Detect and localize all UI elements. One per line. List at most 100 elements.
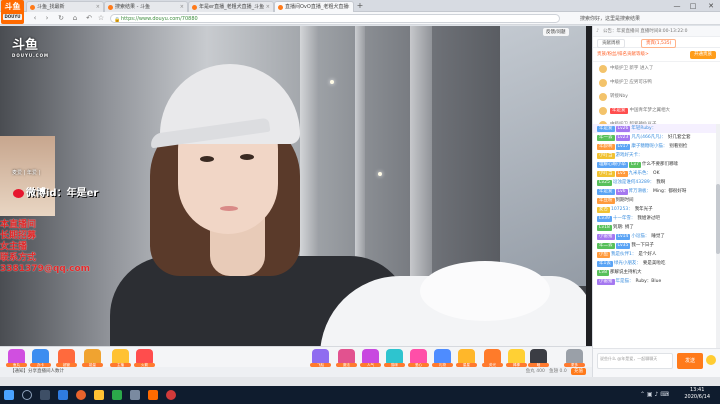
scroll-thumb[interactable] <box>716 184 720 254</box>
back-icon[interactable]: ‹ <box>30 14 40 23</box>
gift-5-icon[interactable]: 主播 <box>110 349 131 367</box>
open-noble-button[interactable]: 开通贵族 <box>690 51 716 59</box>
chat-message-list[interactable]: 年是爱 Lv26 年轻Ruby： 年一丢 Lv23 凡凡(466凡凡)： 好几套全套 年龄啊 L… <box>593 124 716 374</box>
rank-item[interactable]: 中级护卫 应男可乐鸭 <box>593 76 720 90</box>
chat-username[interactable]: 年是猫： <box>616 279 634 284</box>
maximize-button[interactable]: □ <box>686 0 700 12</box>
chat-message[interactable]: 小叮当 Lv5 九米乐色： OK <box>593 169 716 178</box>
tab-1[interactable]: 斗鱼_找最新 × <box>26 1 104 12</box>
chat-message[interactable]: 小雷猪 Lv14 小逗猫： 睡觉了 <box>593 232 716 241</box>
chat-username[interactable]: 康子糖糖呢小猫： <box>631 144 667 149</box>
chat-message[interactable]: Lv39 十一年雪： 我姐讲过吧 <box>593 214 716 223</box>
chat-message[interactable]: 年是爱 Lv6 斧万滑板： Ming：都很好呀 <box>593 187 716 196</box>
close-icon[interactable]: × <box>346 2 350 12</box>
task-view-icon[interactable] <box>40 390 50 400</box>
charge-button[interactable]: 充值 <box>571 368 586 375</box>
browser-icon[interactable] <box>76 390 86 400</box>
chat-input[interactable]: 说些什么 @年是爱，一起聊聊天 <box>597 353 673 369</box>
rank-item[interactable]: 中级护卫 新宇 进入了 <box>593 62 720 76</box>
chat-username[interactable]: 九米乐色： <box>629 171 652 176</box>
chat-username[interactable]: 绿光小朋友： <box>614 261 641 266</box>
chat-username[interactable]: 斧万滑板： <box>629 189 652 194</box>
undo-icon[interactable]: ↶ <box>84 14 94 23</box>
chat-message[interactable]: 年是爱 Lv26 年轻Ruby： <box>593 124 716 133</box>
gift-9-icon[interactable]: 人气 <box>360 349 381 367</box>
chat-message[interactable]: Lv25 逗浊是谁何43289： 我啊 <box>593 178 716 187</box>
app-icon[interactable] <box>112 390 122 400</box>
gift-14-icon[interactable]: 荧光 <box>482 349 503 367</box>
chat-message[interactable]: 年二丢 Lv35 我一下日子 <box>593 241 716 250</box>
send-button[interactable]: 发送 <box>677 353 703 369</box>
gift-6-icon[interactable]: 火箭 <box>134 349 155 367</box>
chat-message[interactable]: 小雷猪 年是猫： Ruby：Blue <box>593 277 716 286</box>
tab-4-active[interactable]: 直播间OvO直播_老粗犬直播 × <box>274 1 354 12</box>
chat-scrollbar[interactable] <box>716 124 720 376</box>
chat-message[interactable]: 年1丢 绿光小朋友： 要是美啦吃 <box>593 259 716 268</box>
gift-10-icon[interactable]: 猫咪 <box>384 349 405 367</box>
chat-message[interactable]: 麦杏 107253： 我年光子 <box>593 205 716 214</box>
star-icon[interactable]: ☆ <box>96 14 106 23</box>
chat-message[interactable]: 小叮当 游戏好天卡： <box>593 151 716 160</box>
chat-message[interactable]: 年一丢 Lv23 凡凡(466凡凡)： 好几套全套 <box>593 133 716 142</box>
close-window-button[interactable]: ✕ <box>704 0 718 12</box>
minimize-button[interactable]: — <box>670 0 684 12</box>
chat-message[interactable]: 小鱼 我是伙伴1： 是个好人 <box>593 250 716 259</box>
gift-2-icon[interactable]: 办卡 <box>30 349 51 367</box>
user-badge: Lv26 <box>615 126 631 132</box>
bell-icon: ♪ <box>596 28 600 34</box>
rank-header-text[interactable]: 贵族/粉丝/排名贡献等级> <box>597 52 649 57</box>
gift-11-icon[interactable]: 爱心 <box>408 349 429 367</box>
rank-item[interactable]: 年是爱 中国青年梦之翼相大 <box>593 104 720 118</box>
chat-username[interactable]: 十一年雪： <box>613 216 636 221</box>
app-icon[interactable] <box>166 390 176 400</box>
tab-weekly-rank[interactable]: 贡献周榜 <box>597 39 625 48</box>
close-icon[interactable]: × <box>266 2 270 12</box>
gift-15-icon[interactable]: 棒棒 <box>506 349 527 367</box>
taskbar-clock[interactable]: 13:41 2020/6/14 <box>684 387 710 401</box>
gift-3-icon[interactable]: 超管 <box>56 349 77 367</box>
rank-item[interactable]: 转接Nby <box>593 90 720 104</box>
forward-icon[interactable]: › <box>42 14 52 23</box>
close-icon[interactable]: × <box>180 2 184 12</box>
chat-username[interactable]: 小逗猫： <box>631 234 649 239</box>
address-bar[interactable]: 🔒 https://www.douyu.com/70880 <box>110 14 560 23</box>
gift-17-icon[interactable]: 更多 <box>564 349 585 367</box>
windows-start-icon[interactable] <box>4 390 14 400</box>
toolbar-search-hint[interactable]: 搜索你好，这里是搜索结果 <box>580 15 640 23</box>
search-icon[interactable] <box>22 390 32 400</box>
chat-username[interactable]: 我是伙伴1： <box>611 252 636 257</box>
chat-username[interactable]: 凡凡(466凡凡)： <box>631 135 666 140</box>
feedback-tag[interactable]: 反馈/问题 <box>543 28 569 36</box>
gift-1-icon[interactable]: 鱼丸 <box>6 349 27 367</box>
tab-3[interactable]: 年是er直播_老粗犬直播_斗鱼 × <box>188 1 274 12</box>
gift-12-icon[interactable]: 礼物 <box>432 349 453 367</box>
tab-vip[interactable]: 贵宾(1,535) <box>641 39 677 48</box>
emoji-icon[interactable] <box>706 355 716 365</box>
home-icon[interactable]: ⌂ <box>70 14 80 23</box>
close-icon[interactable]: × <box>96 2 100 12</box>
chat-message[interactable]: 理解心眼小卒 Lv7 什么不要那们哪嗦 <box>593 160 716 169</box>
tab-2[interactable]: 搜索结果 - 斗鱼 × <box>104 1 188 12</box>
new-tab-button[interactable]: + <box>355 1 365 11</box>
folder-icon[interactable] <box>94 390 104 400</box>
gift-8-icon[interactable]: 魔法 <box>336 349 357 367</box>
gift-16-icon[interactable]: 暗 <box>528 349 549 367</box>
chat-username[interactable]: 107253： <box>611 207 633 212</box>
tray-icons[interactable]: ⌃ ▣ ♪ ⌨ <box>640 391 669 398</box>
gift-13-icon[interactable]: 星星 <box>456 349 477 367</box>
chat-message[interactable]: 年豆粉 到期时间 <box>593 196 716 205</box>
chat-message[interactable]: 年龄啊 Lv17 康子糖糖呢小猫： 别看别捡 <box>593 142 716 151</box>
user-badge: Lv18 <box>597 225 612 231</box>
refresh-icon[interactable]: ↻ <box>56 14 66 23</box>
gift-4-icon[interactable]: 能量 <box>82 349 103 367</box>
chat-username[interactable]: 游戏好天卡： <box>616 153 643 158</box>
live-video-player[interactable]: 斗鱼 DOUYU.COM 麦爱 | 年爱 | 微博id：年是er 本直播间 长期招… <box>0 26 592 350</box>
chat-username[interactable]: 年轻Ruby： <box>631 126 656 131</box>
app-icon[interactable] <box>130 390 140 400</box>
gift-7-icon[interactable]: 飞船 <box>310 349 331 367</box>
chat-message[interactable]: Lv18 到期: 捐了 <box>593 223 716 232</box>
douyu-app-icon[interactable] <box>148 390 158 400</box>
chat-username[interactable]: 逗浊是谁何43289： <box>613 180 654 185</box>
chat-message[interactable]: Lv8 那解说主持机大 <box>593 268 716 277</box>
ie-icon[interactable] <box>58 390 68 400</box>
